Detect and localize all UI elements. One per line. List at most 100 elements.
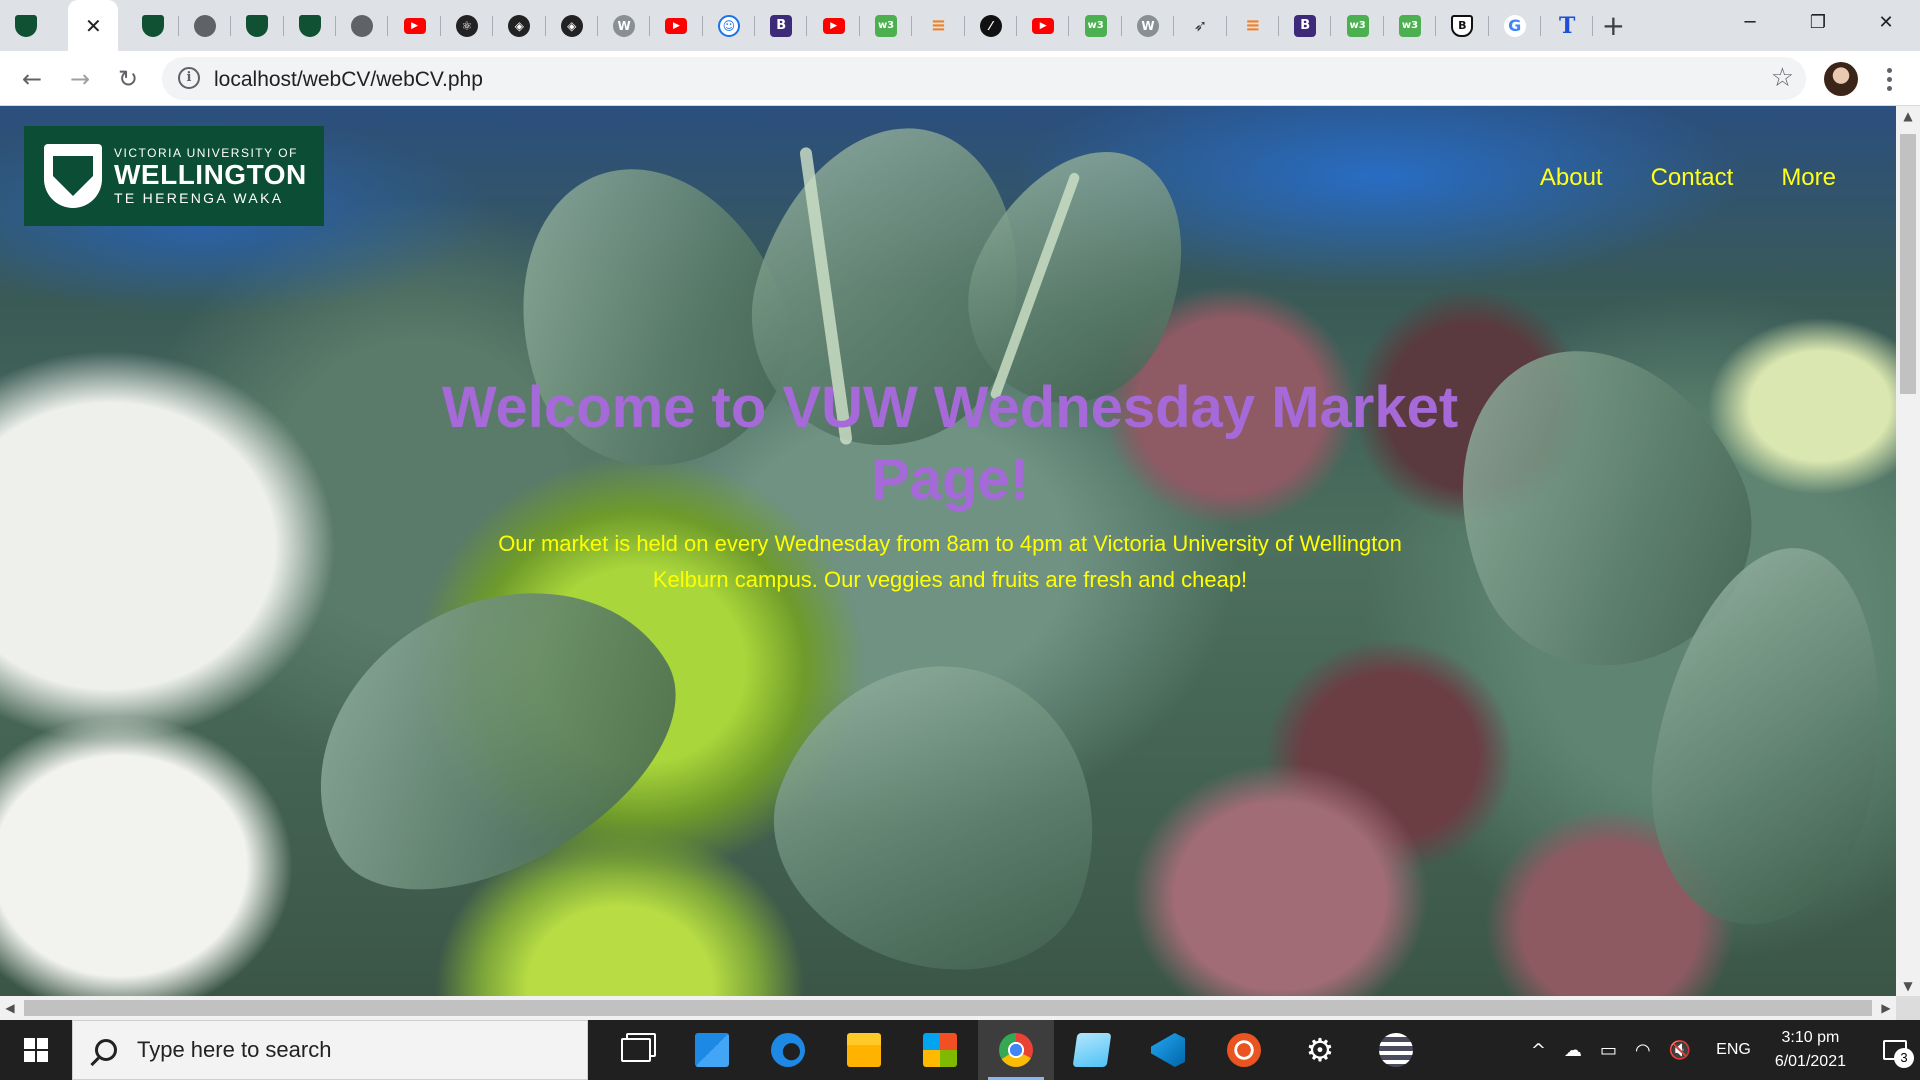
start-button[interactable] xyxy=(0,1020,72,1080)
vertical-scrollbar[interactable]: ▲ ▼ xyxy=(1896,106,1920,996)
nav-link-about[interactable]: About xyxy=(1540,164,1603,192)
codesandbox-icon: ◈ xyxy=(560,14,583,37)
browser-tab[interactable]: ⁄ xyxy=(965,0,1018,51)
bookmark-star-icon[interactable]: ☆ xyxy=(1771,63,1794,93)
search-placeholder[interactable]: Type here to search xyxy=(137,1037,331,1063)
taskbar-app-notes[interactable] xyxy=(1054,1020,1130,1080)
taskbar-search[interactable]: Type here to search xyxy=(72,1020,588,1080)
circle-slash-icon: ⁄ xyxy=(979,14,1002,37)
taskbar-app-sublime[interactable] xyxy=(1358,1020,1434,1080)
vuw-shield-icon xyxy=(298,14,321,37)
browser-tab[interactable] xyxy=(126,0,180,51)
wifi-icon[interactable]: ◠ xyxy=(1626,1040,1660,1061)
globe-icon xyxy=(193,14,216,37)
dot-icon xyxy=(1886,85,1892,91)
vuw-logo[interactable]: VICTORIA UNIVERSITY OF WELLINGTON TE HER… xyxy=(24,126,324,226)
nav-link-more[interactable]: More xyxy=(1781,164,1836,192)
browser-tab[interactable]: T xyxy=(1541,0,1594,51)
logo-text: VICTORIA UNIVERSITY OF WELLINGTON TE HER… xyxy=(114,146,307,206)
w3schools-icon: w3 xyxy=(1398,14,1421,37)
close-window-button[interactable]: ✕ xyxy=(1852,0,1920,44)
leaf-shape xyxy=(738,620,1142,996)
stackoverflow-icon: ≡ xyxy=(1245,15,1261,36)
taskbar-app-ubuntu[interactable] xyxy=(1206,1020,1282,1080)
browser-tab[interactable]: w3 xyxy=(1331,0,1385,51)
horizontal-scroll-thumb[interactable] xyxy=(24,1000,1872,1016)
browser-tab-active[interactable]: ✕ xyxy=(68,0,119,51)
browser-tab[interactable]: G xyxy=(1489,0,1542,51)
taskbar-app-task-view[interactable] xyxy=(598,1020,674,1080)
browser-tab[interactable]: w3 xyxy=(1069,0,1123,51)
horizontal-scrollbar[interactable]: ◀ ▶ xyxy=(0,996,1896,1020)
battery-icon[interactable]: ▭ xyxy=(1591,1040,1626,1061)
language-indicator[interactable]: ENG xyxy=(1700,1041,1767,1059)
volume-muted-icon[interactable]: 🔇 xyxy=(1660,1040,1700,1061)
browser-tab[interactable]: ⚛ xyxy=(441,0,494,51)
browser-tab[interactable]: ◈ xyxy=(546,0,599,51)
url-text[interactable]: localhost/webCV/webCV.php xyxy=(214,68,483,92)
scroll-down-arrow[interactable]: ▼ xyxy=(1896,976,1920,996)
sublime-icon xyxy=(1379,1033,1413,1067)
back-button[interactable]: ← xyxy=(14,61,50,97)
logo-line-2: WELLINGTON xyxy=(114,159,307,190)
notification-center-button[interactable]: 3 xyxy=(1870,1020,1920,1080)
browser-tab[interactable]: ◈ xyxy=(493,0,546,51)
taskbar-app-settings-gear[interactable]: ⚙ xyxy=(1282,1020,1358,1080)
browser-tab[interactable] xyxy=(336,0,389,51)
browser-tab[interactable]: B xyxy=(1279,0,1332,51)
globe-icon xyxy=(351,14,374,37)
vertical-scroll-thumb[interactable] xyxy=(1900,134,1916,394)
address-bar[interactable]: i localhost/webCV/webCV.php ☆ xyxy=(162,57,1806,100)
restore-button[interactable]: ❐ xyxy=(1784,0,1852,44)
scroll-up-arrow[interactable]: ▲ xyxy=(1896,106,1920,126)
scroll-left-arrow[interactable]: ◀ xyxy=(0,996,20,1020)
taskbar-app-vscode[interactable] xyxy=(1130,1020,1206,1080)
site-info-icon[interactable]: i xyxy=(178,67,200,89)
nav-link-contact[interactable]: Contact xyxy=(1651,164,1734,192)
browser-tab[interactable]: ▶ xyxy=(388,0,442,51)
close-icon[interactable]: ✕ xyxy=(85,14,102,38)
bootstrap-icon: B xyxy=(770,14,793,37)
scrollbar-corner xyxy=(1896,996,1920,1020)
browser-tab[interactable]: ▶ xyxy=(807,0,861,51)
clock-date: 6/01/2021 xyxy=(1774,1053,1846,1070)
browser-tab[interactable]: W xyxy=(1122,0,1175,51)
w3schools-icon: w3 xyxy=(1346,14,1369,37)
browser-tab[interactable] xyxy=(0,0,52,51)
dot-icon xyxy=(1886,67,1892,73)
browser-tab[interactable]: w3 xyxy=(1384,0,1437,51)
forward-button[interactable]: → xyxy=(62,61,98,97)
browser-menu-button[interactable] xyxy=(1874,61,1904,97)
tray-chevron-icon[interactable]: ^ xyxy=(1522,1040,1555,1061)
bootstrap-icon: B xyxy=(1294,14,1317,37)
taskbar-app-store[interactable] xyxy=(902,1020,978,1080)
browser-tab[interactable]: ➶ xyxy=(1174,0,1227,51)
browser-tab[interactable]: ☺ xyxy=(703,0,756,51)
profile-avatar[interactable] xyxy=(1824,62,1858,96)
taskbar-app-chrome[interactable] xyxy=(978,1020,1054,1080)
browser-tab[interactable]: w3 xyxy=(860,0,913,51)
browser-tab[interactable]: W xyxy=(598,0,651,51)
hero-title: Welcome to VUW Wednesday Market Page! xyxy=(441,375,1459,512)
browser-tab[interactable]: B xyxy=(755,0,808,51)
taskbar-app-file-explorer[interactable] xyxy=(826,1020,902,1080)
browser-tab[interactable]: B xyxy=(1436,0,1489,51)
clock[interactable]: 3:10 pm 6/01/2021 xyxy=(1767,1026,1870,1074)
browser-tab[interactable] xyxy=(284,0,337,51)
wordpress-icon: W xyxy=(1137,14,1159,37)
scroll-right-arrow[interactable]: ▶ xyxy=(1876,996,1896,1020)
win-pane xyxy=(37,1051,48,1062)
browser-tab[interactable]: ▶ xyxy=(650,0,704,51)
minimize-button[interactable]: ─ xyxy=(1716,0,1784,44)
browser-tab[interactable] xyxy=(231,0,284,51)
taskbar-app-edge[interactable] xyxy=(750,1020,826,1080)
taskbar-app-mail[interactable] xyxy=(674,1020,750,1080)
browser-tab[interactable] xyxy=(179,0,232,51)
reload-button[interactable]: ↻ xyxy=(110,61,146,97)
browser-tab[interactable]: ▶ xyxy=(1017,0,1070,51)
settings-gear-icon: ⚙ xyxy=(1305,1031,1335,1069)
browser-tab[interactable]: ≡ xyxy=(912,0,966,51)
browser-tab[interactable]: ≡ xyxy=(1227,0,1280,51)
new-tab-button[interactable]: + xyxy=(1593,0,1633,51)
onedrive-cloud-icon[interactable]: ☁ xyxy=(1555,1040,1591,1061)
